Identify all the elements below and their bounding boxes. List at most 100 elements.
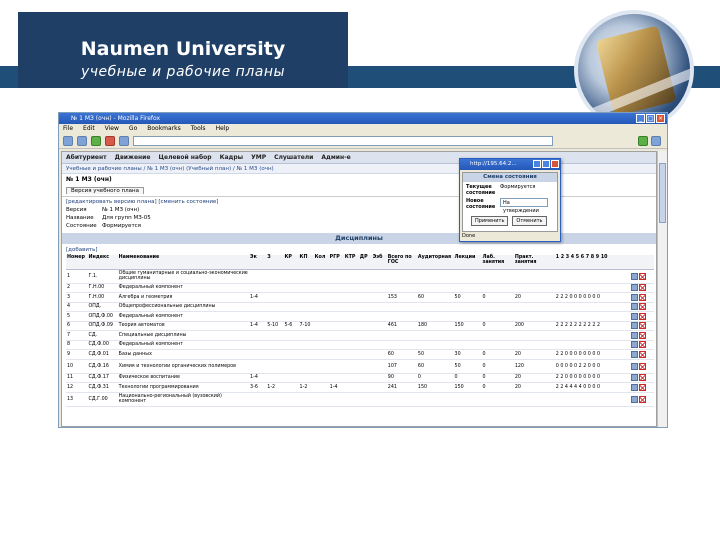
edit-icon[interactable] (631, 293, 639, 301)
breadcrumb[interactable]: Учебные и рабочие планы / № 1 МЗ (очн) (… (62, 164, 656, 174)
edit-icon[interactable] (631, 395, 639, 403)
popup-maximize-icon[interactable] (542, 160, 550, 168)
table-cell (343, 311, 359, 322)
table-cell (283, 382, 299, 393)
edit-icon[interactable] (631, 341, 639, 349)
delete-icon[interactable] (639, 341, 647, 349)
popup-minimize-icon[interactable] (533, 160, 541, 168)
table-cell (283, 359, 299, 374)
tab-plan-version[interactable]: Версия учебного плана (66, 187, 144, 194)
table-cell (371, 330, 387, 341)
edit-icon[interactable] (631, 312, 639, 320)
table-cell: 30 (453, 349, 482, 360)
table-cell: Национально-региональный (вузовский) ком… (117, 392, 250, 407)
app-menu-item[interactable]: Админ-е (321, 152, 350, 163)
app-menu-item[interactable]: УМР (251, 152, 266, 163)
edit-icon[interactable] (631, 374, 639, 382)
menu-file[interactable]: File (63, 124, 73, 134)
edit-icon[interactable] (631, 322, 639, 330)
table-cell (313, 382, 329, 393)
menu-bookmarks[interactable]: Bookmarks (147, 124, 181, 134)
app-menu-item[interactable]: Абитуриент (66, 152, 107, 163)
maximize-icon[interactable]: □ (646, 114, 655, 123)
minimize-icon[interactable]: _ (636, 114, 645, 123)
menu-view[interactable]: View (105, 124, 119, 134)
info-key: Состояние (66, 223, 97, 229)
table-cell (371, 292, 387, 303)
close-icon[interactable]: × (656, 114, 665, 123)
delete-icon[interactable] (639, 322, 647, 330)
cancel-button[interactable]: Отменить (512, 216, 547, 226)
table-cell (313, 373, 329, 383)
app-menu-item[interactable]: Слушатели (274, 152, 313, 163)
row-actions (630, 340, 654, 350)
browser-titlebar: № 1 МЗ (очн) - Mozilla Firefox _ □ × (59, 113, 667, 124)
state-change-popup: http://195.64.2... Смена состояния Текущ… (459, 158, 561, 242)
new-state-label: Новое состояние (466, 198, 496, 210)
table-cell (358, 392, 372, 407)
scroll-thumb[interactable] (659, 163, 666, 223)
delete-icon[interactable] (639, 374, 647, 382)
delete-icon[interactable] (639, 284, 647, 292)
table-cell (386, 340, 417, 350)
apply-button[interactable]: Применить (471, 216, 509, 226)
delete-icon[interactable] (639, 272, 647, 280)
forward-icon[interactable] (77, 136, 87, 146)
vertical-scrollbar[interactable] (657, 151, 667, 427)
popup-close-icon[interactable] (551, 160, 559, 168)
edit-icon[interactable] (631, 303, 639, 311)
table-cell (328, 292, 344, 303)
table-cell (371, 283, 387, 293)
table-row: 11 СД.Ф.17 Физическое воспитание 1-4 90 0 0 0 20… (66, 373, 654, 383)
back-icon[interactable] (63, 136, 73, 146)
browser-menubar: File Edit View Go Bookmarks Tools Help (59, 124, 667, 134)
edit-icon[interactable] (631, 331, 639, 339)
popup-title: http://195.64.2... (470, 161, 517, 167)
delete-icon[interactable] (639, 383, 647, 391)
table-row: 4 ОПД. Общепрофессиональные дисциплины (66, 302, 654, 312)
add-discipline-link[interactable]: [добавить] (62, 246, 656, 255)
url-bar[interactable] (133, 136, 553, 146)
edit-icon[interactable] (631, 350, 639, 358)
table-cell (358, 382, 372, 393)
home-icon[interactable] (119, 136, 129, 146)
delete-icon[interactable] (639, 312, 647, 320)
row-actions (630, 349, 654, 360)
table-cell (298, 359, 314, 374)
edit-icon[interactable] (631, 284, 639, 292)
table-cell (386, 302, 417, 312)
menu-help[interactable]: Help (216, 124, 230, 134)
table-cell (481, 283, 514, 293)
menu-edit[interactable]: Edit (83, 124, 95, 134)
table-cell: 2 2 0 0 0 0 0 0 0 0 (554, 349, 631, 360)
app-menu-item[interactable]: Целевой набор (158, 152, 211, 163)
table-cell (386, 392, 417, 407)
delete-icon[interactable] (639, 293, 647, 301)
new-state-select[interactable]: На утверждении (500, 198, 548, 214)
delete-icon[interactable] (639, 331, 647, 339)
stop-icon[interactable] (105, 136, 115, 146)
go-icon[interactable] (638, 136, 648, 146)
delete-icon[interactable] (639, 395, 647, 403)
table-cell (343, 330, 359, 341)
info-value: Для групп МЗ-05 (102, 215, 151, 221)
edit-icon[interactable] (631, 362, 639, 370)
edit-icon[interactable] (631, 272, 639, 280)
plan-actions[interactable]: [редактировать версию плана] [сменить со… (62, 196, 656, 206)
edit-icon[interactable] (631, 383, 639, 391)
table-cell (453, 340, 482, 350)
app-menu-item[interactable]: Движение (115, 152, 151, 163)
menu-tools[interactable]: Tools (191, 124, 206, 134)
table-cell: Физическое воспитание (117, 373, 250, 383)
table-cell (266, 340, 284, 350)
delete-icon[interactable] (639, 362, 647, 370)
table-cell (513, 302, 555, 312)
browser-toolbar (59, 134, 667, 149)
search-icon[interactable] (651, 136, 661, 146)
delete-icon[interactable] (639, 350, 647, 358)
table-cell (313, 330, 329, 341)
reload-icon[interactable] (91, 136, 101, 146)
menu-go[interactable]: Go (129, 124, 137, 134)
delete-icon[interactable] (639, 303, 647, 311)
app-menu-item[interactable]: Кадры (220, 152, 244, 163)
